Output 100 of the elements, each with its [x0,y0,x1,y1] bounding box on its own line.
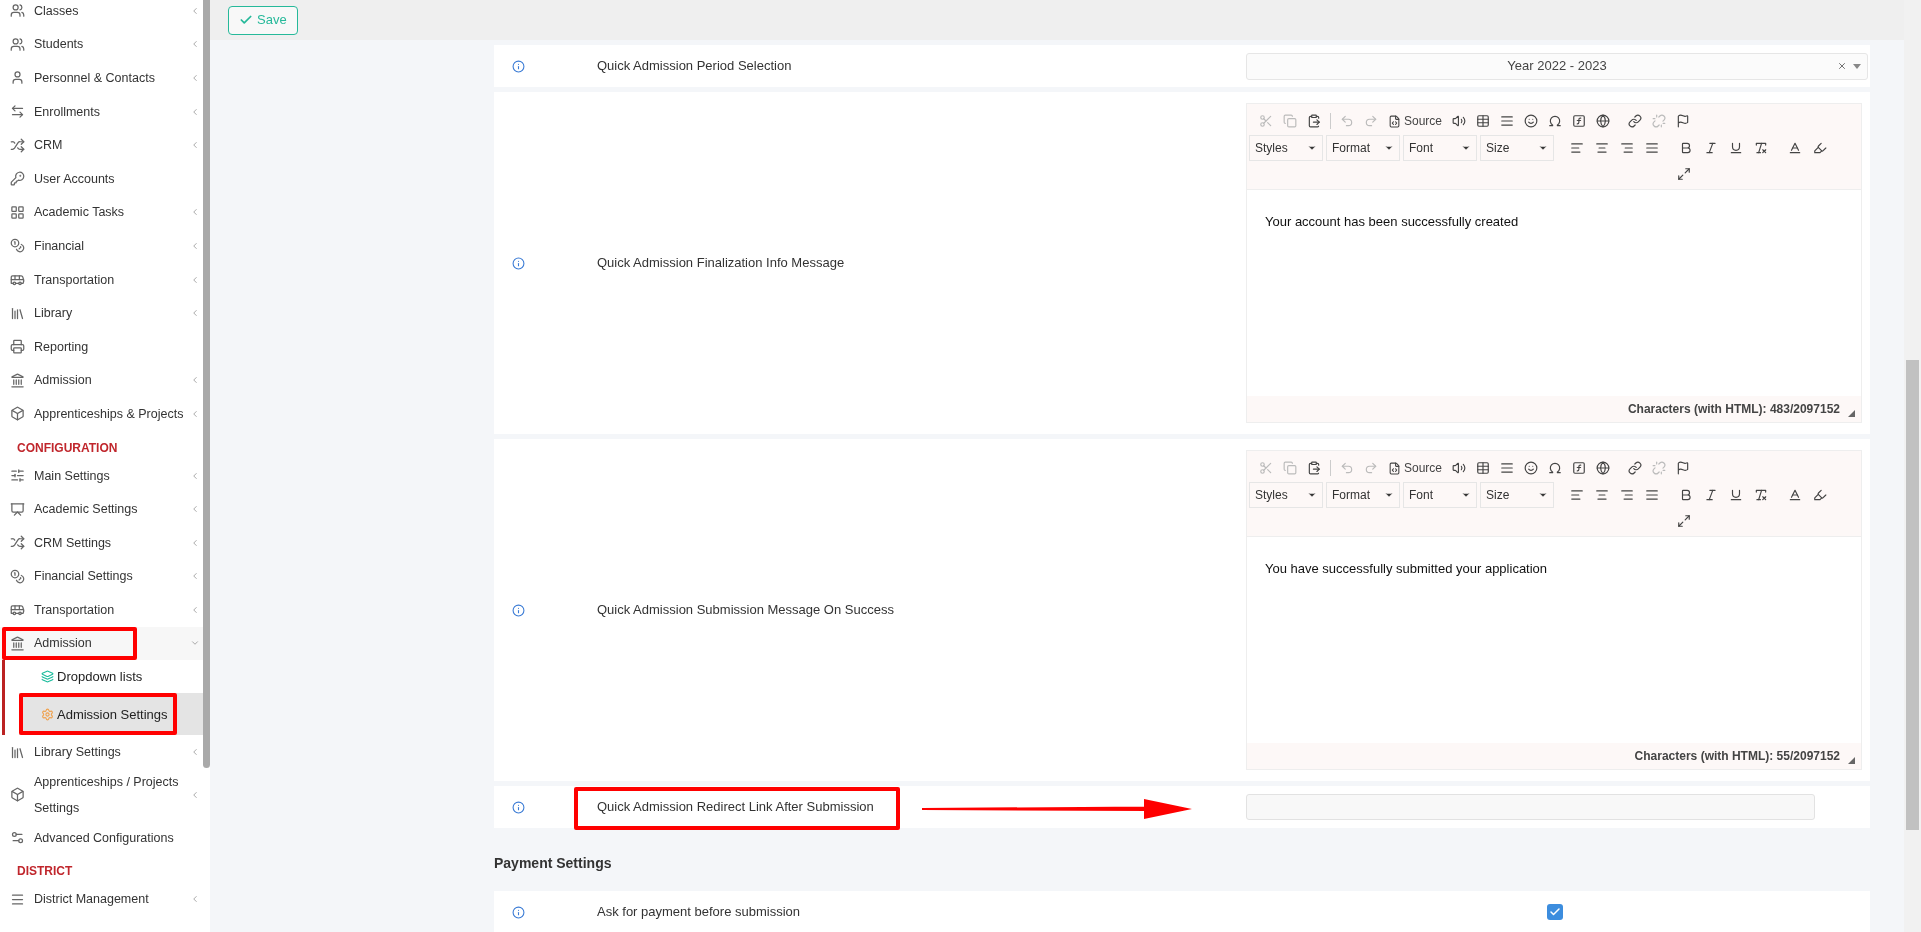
submenu-item[interactable]: Admission Settings [19,693,203,736]
sidebar-item[interactable]: Admission [0,363,203,398]
editor-content[interactable]: You have successfully submitted your application [1265,559,1843,579]
sidebar-item[interactable]: Classes [0,0,203,28]
users-icon [10,3,25,19]
source-button[interactable]: Source [1384,110,1447,132]
caret-down-icon [1461,143,1471,153]
format-dropdown[interactable]: Format [1326,482,1400,508]
chevron-left-icon [190,537,200,548]
sidebar-item[interactable]: Financial [0,229,203,263]
format-dropdown[interactable]: Styles [1249,135,1323,161]
layers-icon [41,670,54,684]
person-icon [10,70,25,86]
sidebar-section-heading: DISTRICT [16,863,74,881]
redirect-link-input[interactable] [1246,794,1815,820]
caret-down-icon [1384,143,1394,153]
coins-icon [10,238,25,254]
sidebar-item-label: Transportation [34,601,115,619]
chevron-left-icon [190,39,200,50]
sidebar-item[interactable]: Library [0,296,203,330]
document-code-icon [1388,114,1401,128]
info-icon[interactable] [512,603,525,617]
format-dropdown[interactable]: Styles [1249,482,1323,508]
sidebar-item[interactable]: Apprenticeships / Projects Settings [0,768,203,821]
submenu-item-label: Admission Settings [57,705,168,724]
chevron-left-icon [190,240,200,251]
sidebar-item[interactable]: CRM Settings [0,525,203,560]
sidebar-item-label: Library [34,305,73,323]
format-dropdown[interactable]: Font [1403,482,1477,508]
sidebar-item-label: Library Settings [34,744,121,762]
clear-icon[interactable] [1837,61,1847,71]
setting-label: Quick Admission Finalization Info Message [597,254,845,273]
sidebar-item[interactable]: Apprenticeships & Projects [0,397,203,431]
sidebar-item[interactable]: Transportation [0,262,203,297]
sidebar-item[interactable]: Enrollments [0,94,203,129]
chevron-left-icon [190,504,200,515]
sidebar-item-label: Personnel & Contacts [34,70,155,87]
info-icon[interactable] [512,59,525,73]
source-button[interactable]: Source [1384,457,1447,479]
checkmark-icon [239,13,253,27]
sidebar-item[interactable]: Advanced Configurations [0,820,203,855]
users-icon [10,36,25,52]
format-dropdown[interactable]: Size [1480,482,1554,508]
sidebar-item[interactable]: User Accounts [0,161,203,196]
sidebar-item-label: CRM [34,137,63,155]
submenu-item[interactable]: Dropdown lists [19,660,203,694]
setting-label: Quick Admission Period Selection [597,57,792,76]
character-counter: Characters (with HTML): 483/2097152 [1627,401,1840,418]
setting-label: Ask for payment before submission [597,903,801,922]
format-dropdown[interactable]: Size [1480,135,1554,161]
sidebar-scrollbar[interactable] [203,0,210,768]
setting-label: Quick Admission Redirect Link After Submission [597,798,874,817]
sidebar-item[interactable]: Reporting [0,329,203,364]
sidebar-item-label: User Accounts [34,170,115,188]
sidebar-item-label: Enrollments [34,103,100,121]
chevron-left-icon [190,375,200,386]
sidebar-item[interactable]: Transportation [0,593,203,627]
shuffle-icon [10,137,25,153]
sidebar-item[interactable]: Library Settings [0,735,203,769]
bus-icon [10,602,25,618]
chevron-left-icon [190,571,200,582]
checkbox[interactable] [1547,904,1563,920]
editor-content[interactable]: Your account has been successfully created [1265,212,1843,232]
menu-icon [10,891,25,907]
sidebar-item-label: Admission [34,635,92,653]
chevron-left-icon [190,470,200,481]
sidebar-item[interactable]: Academic Settings [0,492,203,526]
sidebar-item[interactable]: CRM [0,128,203,162]
presentation-icon [10,501,25,517]
format-dropdown[interactable]: Format [1326,135,1400,161]
sidebar-item[interactable]: Students [0,27,203,62]
document-code-icon [1388,461,1401,475]
key-icon [10,171,25,187]
sidebar-item[interactable]: Personnel & Contacts [0,61,203,95]
sidebar-item-label: Admission [34,372,92,390]
chevron-left-icon [190,308,200,319]
page-scrollbar[interactable] [1906,360,1919,830]
sidebar-item-label: Classes [34,2,79,20]
coins-icon [10,568,25,584]
info-icon[interactable] [512,905,525,919]
caret-down-icon [1461,490,1471,500]
chevron-left-icon [190,73,200,83]
sidebar-item-label: Students [34,36,84,54]
period-select[interactable]: Year 2022 - 2023 [1246,52,1868,80]
chevron-left-icon [190,747,200,758]
sidebar-item-label: Financial [34,237,85,255]
format-dropdown[interactable]: Font [1403,135,1477,161]
sidebar-item[interactable]: Admission [0,626,203,661]
sidebar-item[interactable]: Financial Settings [0,559,203,594]
chevron-left-icon [190,106,200,117]
sidebar-item[interactable]: Main Settings [0,458,203,493]
sidebar-item-label: Apprenticeships / Projects Settings [34,773,180,817]
bus-icon [10,272,25,288]
info-icon[interactable] [512,800,525,814]
sidebar-item-label: Apprenticeships & Projects [34,405,184,423]
section-heading: Payment Settings [494,854,613,873]
info-icon[interactable] [512,256,525,270]
sidebar-item-label: Transportation [34,271,115,289]
sidebar-item[interactable]: District Management [0,882,203,917]
sidebar-item[interactable]: Academic Tasks [0,195,203,230]
